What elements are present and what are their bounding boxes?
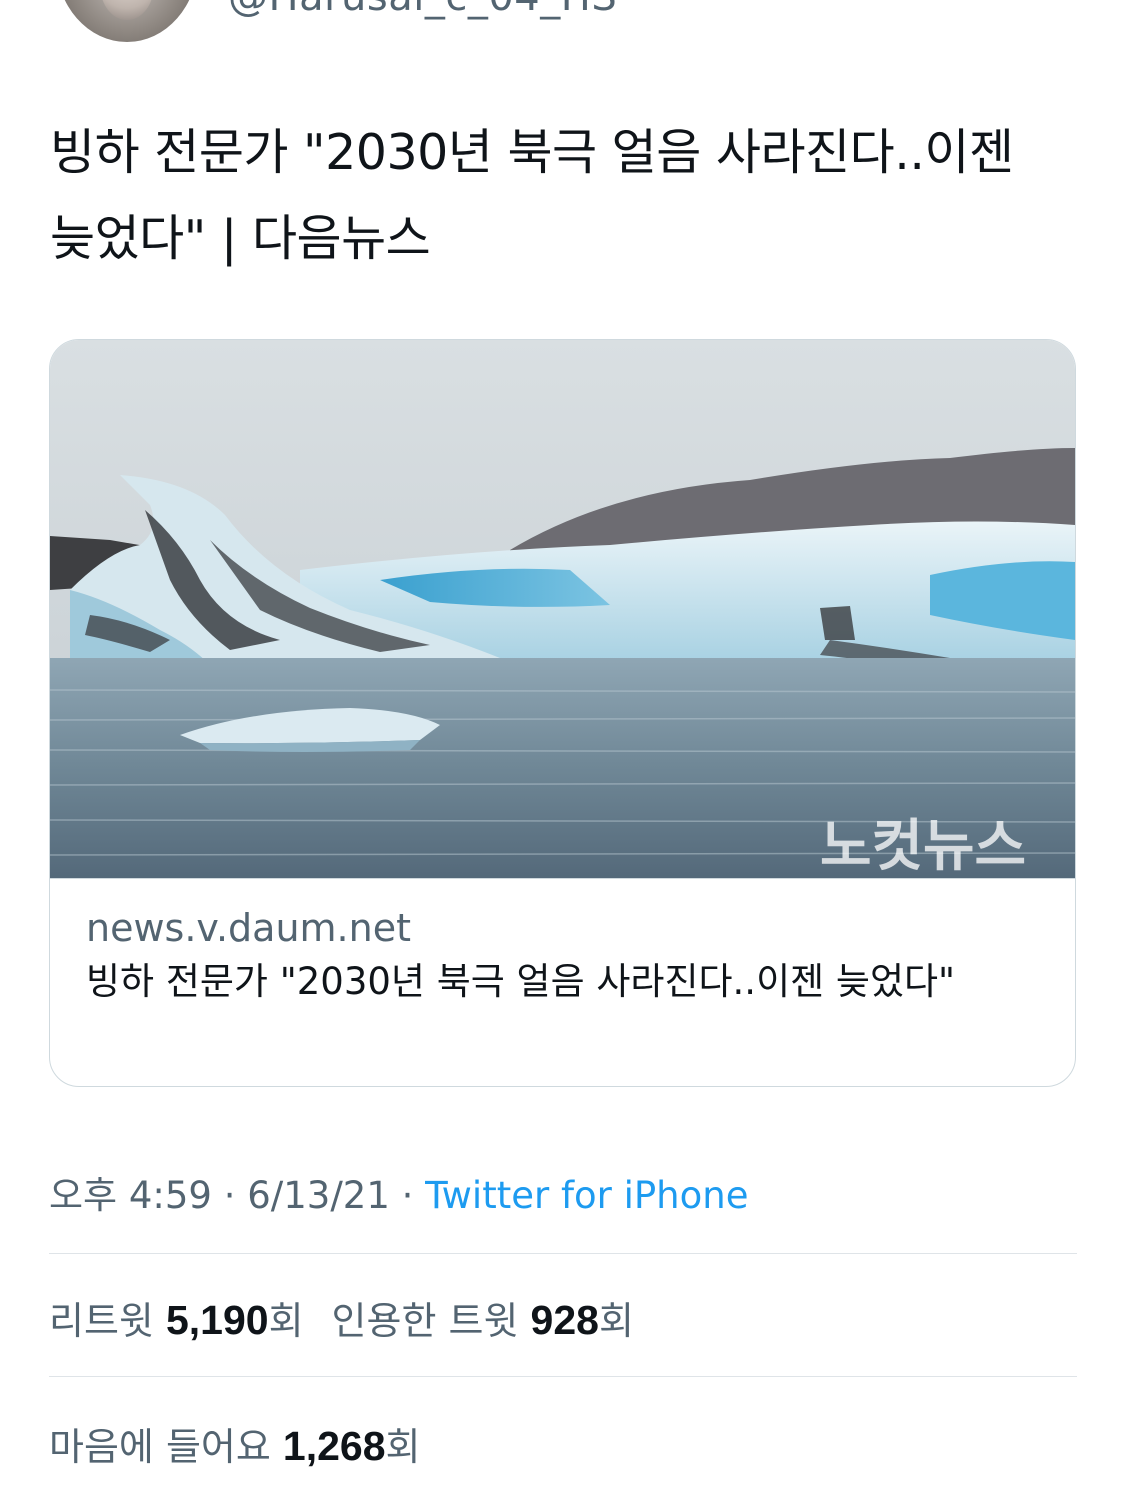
quotes-label: 인용한 트윗 xyxy=(331,1299,531,1343)
card-domain: news.v.daum.net xyxy=(86,906,411,950)
tweet-meta: 오후 4:59 · 6/13/21 · Twitter for iPhone xyxy=(49,1165,748,1219)
glacier-photo: 노컷뉴스 xyxy=(50,340,1075,878)
retweets-unit: 회 xyxy=(268,1299,304,1343)
likes-unit: 회 xyxy=(385,1425,421,1469)
divider xyxy=(49,1376,1077,1377)
tweet-text: 빙하 전문가 "2030년 북극 얼음 사라진다..이젠 늦었다" | 다음뉴스 xyxy=(50,124,1014,267)
quotes-unit: 회 xyxy=(598,1299,634,1343)
card-image-glacier: 노컷뉴스 xyxy=(50,340,1075,879)
retweets-label: 리트윗 xyxy=(49,1299,166,1343)
tweet-date[interactable]: 6/13/21 xyxy=(247,1174,390,1217)
retweets-count: 5,190 xyxy=(165,1297,269,1343)
meta-separator: · xyxy=(389,1174,426,1217)
avatar-face xyxy=(100,0,154,20)
engagement-row-2: 마음에 들어요 1,268회 xyxy=(49,1416,421,1471)
quotes-stat[interactable]: 인용한 트윗 928회 xyxy=(331,1297,634,1343)
likes-label: 마음에 들어요 xyxy=(49,1425,283,1469)
quotes-count: 928 xyxy=(530,1297,599,1343)
author-handle[interactable]: @Harusai_c_04_HS xyxy=(228,0,617,20)
tweet-time[interactable]: 오후 4:59 xyxy=(49,1174,212,1217)
card-title: 빙하 전문가 "2030년 북극 얼음 사라진다..이젠 늦었다" xyxy=(86,960,956,1003)
link-preview-card[interactable]: 노컷뉴스 news.v.daum.net 빙하 전문가 "2030년 북극 얼음… xyxy=(49,339,1076,1087)
engagement-row-1: 리트윗 5,190회 인용한 트윗 928회 xyxy=(49,1290,634,1345)
tweet-source-link[interactable]: Twitter for iPhone xyxy=(425,1174,748,1217)
divider xyxy=(49,1253,1077,1254)
author-avatar[interactable] xyxy=(56,0,198,42)
retweets-stat[interactable]: 리트윗 5,190회 xyxy=(49,1297,304,1343)
card-image-watermark: 노컷뉴스 xyxy=(820,814,1026,878)
meta-separator: · xyxy=(211,1174,248,1217)
likes-stat[interactable]: 마음에 들어요 1,268회 xyxy=(49,1423,421,1469)
likes-count: 1,268 xyxy=(282,1423,386,1469)
